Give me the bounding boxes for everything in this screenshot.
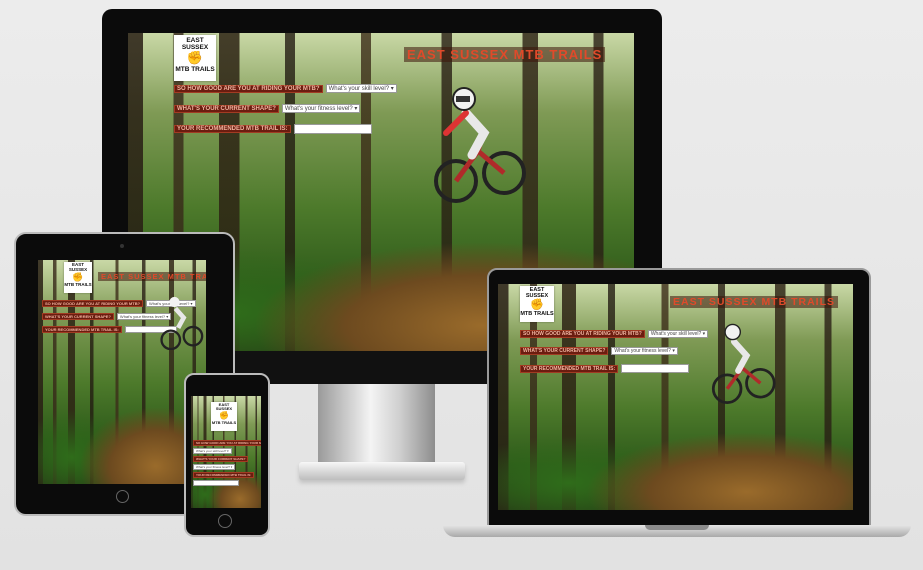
skill-question-label: SO HOW GOOD ARE YOU AT RIDING YOUR MTB? (520, 330, 645, 338)
dropdown-icon: ▾ (227, 449, 229, 453)
tablet-screen: EAST SUSSEX ✊ MTB TRAILS EAST SUSSEX MTB… (38, 260, 206, 484)
dropdown-icon: ▾ (354, 106, 358, 112)
skill-level-value: What's your skill level? (650, 331, 702, 337)
home-button-icon[interactable] (218, 514, 232, 528)
fitness-level-select[interactable]: What's your fitness level? ▾ (611, 347, 678, 355)
recommended-trail-output (193, 480, 239, 486)
skill-level-value: What's your skill level? (328, 86, 390, 92)
camera-icon (120, 244, 124, 248)
skill-level-value: What's your skill level? (196, 449, 227, 453)
laptop-trackpad-notch (645, 525, 709, 530)
recommended-trail-output (293, 124, 372, 134)
monitor-stand (318, 384, 435, 466)
fitness-question-label: WHAT'S YOUR CURRENT SHAPE? (174, 104, 279, 113)
site-logo[interactable]: EAST SUSSEX ✊ MTB TRAILS (174, 35, 216, 81)
site-logo[interactable]: EAST SUSSEX ✊ MTB TRAILS (520, 286, 554, 322)
fitness-question-label: WHAT'S YOUR CURRENT SHAPE? (520, 347, 609, 355)
logo-text-bottom: MTB TRAILS (175, 65, 215, 73)
page-title: EAST SUSSEX MTB TRAILS (98, 272, 206, 281)
phone-screen: EAST SUSSEX ✊ MTB TRAILS SO HOW GOOD ARE… (191, 396, 261, 508)
logo-text-bottom: MTB TRAILS (520, 311, 554, 318)
home-button-icon[interactable] (116, 490, 129, 503)
recommended-trail-label: YOUR RECOMMENDED MTB TRAIL IS: (42, 326, 122, 333)
rider-image (434, 87, 526, 203)
recommended-trail-output (621, 364, 690, 373)
page-title: EAST SUSSEX MTB TRAILS (404, 47, 606, 62)
skill-question-label: SO HOW GOOD ARE YOU AT RIDING YOUR MTB? (42, 300, 144, 307)
page-title: EAST SUSSEX MTB TRAILS (670, 296, 839, 308)
logo-text-bottom: MTB TRAILS (211, 419, 237, 425)
fitness-question-label: WHAT'S YOUR CURRENT SHAPE? (42, 313, 114, 320)
logo-text-bottom: MTB TRAILS (64, 281, 92, 287)
fitness-question-label: WHAT'S YOUR CURRENT SHAPE? (193, 456, 249, 462)
laptop-screen: EAST SUSSEX ✊ MTB TRAILS EAST SUSSEX MTB… (498, 284, 853, 510)
logo-text-top: EAST SUSSEX (525, 287, 549, 300)
recommended-trail-label: YOUR RECOMMENDED MTB TRAIL IS: (520, 364, 619, 373)
fitness-level-value: What's your fitness level? (196, 465, 230, 469)
dropdown-icon: ▾ (390, 86, 394, 92)
logo-text-top: EAST SUSSEX (68, 262, 88, 272)
dropdown-icon: ▾ (230, 465, 233, 469)
fist-icon: ✊ (530, 299, 544, 312)
skill-question-label: SO HOW GOOD ARE YOU AT RIDING YOUR MTB? (193, 440, 261, 446)
logo-text-top: EAST SUSSEX (181, 37, 209, 52)
rider-image (711, 323, 776, 404)
fitness-level-value: What's your fitness level? (614, 348, 671, 354)
skill-level-select[interactable]: What's your skill level? ▾ (193, 448, 232, 454)
dropdown-icon: ▾ (672, 348, 675, 354)
site-logo[interactable]: EAST SUSSEX ✊ MTB TRAILS (211, 402, 237, 431)
skill-question-label: SO HOW GOOD ARE YOU AT RIDING YOUR MTB? (174, 84, 323, 93)
fist-icon: ✊ (186, 50, 204, 66)
monitor-stand-base (299, 462, 465, 480)
recommended-trail-label: YOUR RECOMMENDED MTB TRAIL IS: (174, 125, 291, 133)
fitness-level-select[interactable]: What's your fitness level? ▾ (281, 104, 361, 113)
fitness-level-value: What's your fitness level? (284, 106, 353, 112)
skill-level-select[interactable]: What's your skill level? ▾ (325, 84, 397, 93)
fitness-level-select[interactable]: What's your fitness level? ▾ (193, 464, 236, 470)
skill-level-select[interactable]: What's your skill level? ▾ (647, 330, 709, 338)
logo-text-top: EAST SUSSEX (215, 402, 233, 412)
rider-image (160, 296, 204, 350)
recommended-trail-label: YOUR RECOMMENDED MTB TRAIL IS: (193, 472, 255, 478)
site-logo[interactable]: EAST SUSSEX ✊ MTB TRAILS (64, 262, 92, 293)
dropdown-icon: ▾ (702, 331, 706, 337)
